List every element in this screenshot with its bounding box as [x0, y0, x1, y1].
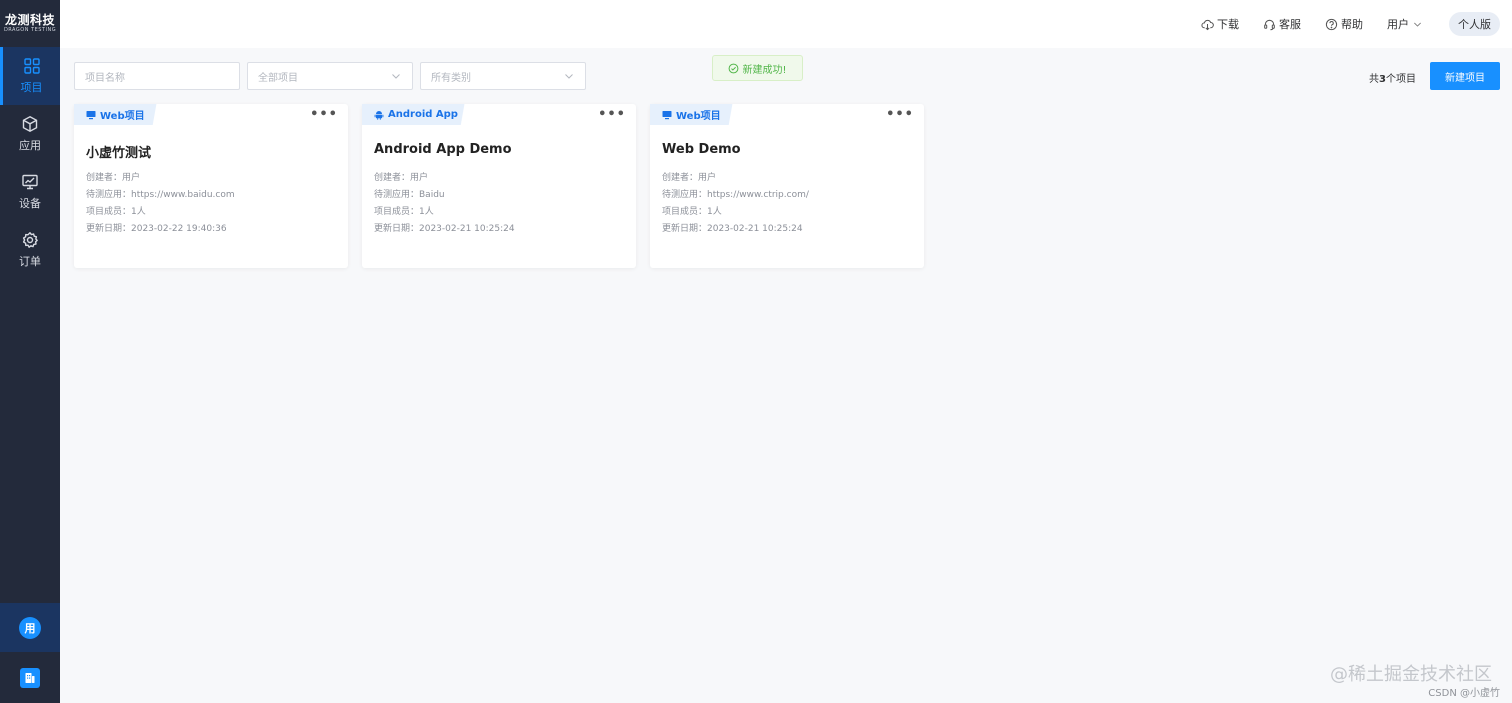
project-scope-value: 全部项目 [258, 72, 298, 84]
members-text: 项目成员：1人 [662, 207, 722, 217]
project-card[interactable]: Web项目 ••• Web Demo 创建者：用户 待测应用：https://w… [650, 104, 924, 268]
project-title[interactable]: Android App Demo [374, 142, 512, 157]
logo[interactable]: 龙测科技 DRAGON TESTING [0, 0, 60, 47]
edition-badge[interactable]: 个人版 [1449, 12, 1500, 36]
project-card[interactable]: Android App ••• Android App Demo 创建者：用户 … [362, 104, 636, 268]
updated-text: 更新日期：2023-02-22 19:40:36 [86, 224, 227, 234]
sidebar-item-label: 应用 [19, 139, 41, 152]
project-type-tag: Web项目 [74, 104, 173, 125]
more-options-icon[interactable]: ••• [886, 107, 914, 122]
credit-text: CSDN @小虚竹 [1428, 688, 1500, 699]
count-number: 3 [1379, 74, 1386, 85]
watermark: @稀土掘金技术社区 [1330, 664, 1492, 685]
category-select[interactable]: 所有类别 [420, 62, 586, 90]
count-suffix: 个项目 [1386, 74, 1416, 85]
user-label: 用户 [1387, 18, 1409, 31]
sidebar-item-apps[interactable]: 应用 [0, 105, 60, 163]
sidebar-item-label: 订单 [19, 255, 41, 268]
avatar[interactable]: 用 [19, 616, 41, 639]
document-button[interactable] [0, 652, 60, 703]
user-menu[interactable]: 用户 [1387, 16, 1423, 32]
app-text: 待测应用：Baidu [374, 190, 445, 200]
project-meta: 创建者：用户 待测应用：Baidu 项目成员：1人 更新日期：2023-02-2… [374, 170, 515, 238]
app-text: 待测应用：https://www.ctrip.com/ [662, 190, 809, 200]
project-card[interactable]: Web项目 ••• 小虚竹测试 创建者：用户 待测应用：https://www.… [74, 104, 348, 268]
customer-service-link[interactable]: 客服 [1263, 16, 1301, 32]
sidebar: 龙测科技 DRAGON TESTING 项目 应用 设备 订单 用 [0, 0, 60, 703]
app-text: 待测应用：https://www.baidu.com [86, 190, 235, 200]
creator-text: 创建者：用户 [86, 173, 141, 183]
project-name-placeholder: 项目名称 [85, 72, 125, 84]
sidebar-item-projects[interactable]: 项目 [0, 47, 60, 105]
project-title[interactable]: 小虚竹测试 [86, 142, 151, 161]
monitor-icon [662, 110, 672, 119]
grid-icon [23, 58, 40, 74]
project-type-tag: Web项目 [650, 104, 749, 125]
android-icon [374, 110, 384, 120]
cloud-download-icon [1201, 19, 1214, 30]
category-value: 所有类别 [431, 72, 471, 84]
chevron-down-icon [392, 74, 400, 79]
new-project-button[interactable]: 新建项目 [1430, 62, 1500, 90]
project-scope-select[interactable]: 全部项目 [247, 62, 413, 90]
members-text: 项目成员：1人 [374, 207, 434, 217]
monitor-icon [22, 174, 38, 190]
tag-label: Web项目 [100, 111, 145, 122]
project-type-tag: Android App [362, 104, 486, 125]
chevron-down-icon [565, 74, 573, 79]
logo-title: 龙测科技 [4, 13, 55, 27]
download-label: 下载 [1217, 18, 1239, 31]
toast-message: 新建成功! [742, 64, 787, 76]
top-header: 下载 客服 帮助 用户 个人版 [60, 0, 1512, 48]
sidebar-item-devices[interactable]: 设备 [0, 163, 60, 221]
creator-text: 创建者：用户 [662, 173, 717, 183]
chevron-down-icon [1414, 22, 1421, 27]
tag-label: Android App [388, 109, 458, 120]
project-title[interactable]: Web Demo [662, 142, 741, 157]
tag-label: Web项目 [676, 111, 721, 122]
more-options-icon[interactable]: ••• [598, 107, 626, 122]
help-label: 帮助 [1341, 18, 1363, 31]
more-options-icon[interactable]: ••• [310, 107, 338, 122]
download-link[interactable]: 下载 [1201, 16, 1239, 32]
members-text: 项目成员：1人 [86, 207, 146, 217]
count-prefix: 共 [1369, 74, 1380, 85]
project-name-input[interactable]: 项目名称 [74, 62, 240, 90]
gear-icon [22, 232, 38, 248]
updated-text: 更新日期：2023-02-21 10:25:24 [662, 224, 803, 234]
document-icon [20, 667, 40, 688]
headset-icon [1264, 19, 1275, 30]
logo-subtitle: DRAGON TESTING [3, 27, 57, 33]
sidebar-item-orders[interactable]: 订单 [0, 221, 60, 279]
service-label: 客服 [1279, 18, 1301, 31]
success-toast: 新建成功! [712, 55, 803, 81]
sidebar-item-label: 项目 [20, 81, 43, 94]
help-link[interactable]: 帮助 [1325, 16, 1363, 32]
creator-text: 创建者：用户 [374, 173, 429, 183]
sidebar-bottom: 用 [0, 603, 60, 703]
sidebar-item-label: 设备 [19, 197, 41, 210]
cube-icon [22, 116, 38, 132]
monitor-icon [86, 110, 96, 119]
updated-text: 更新日期：2023-02-21 10:25:24 [374, 224, 515, 234]
project-meta: 创建者：用户 待测应用：https://www.ctrip.com/ 项目成员：… [662, 170, 809, 238]
user-avatar-block[interactable]: 用 [0, 603, 60, 652]
project-meta: 创建者：用户 待测应用：https://www.baidu.com 项目成员：1… [86, 170, 235, 238]
help-icon [1325, 18, 1338, 30]
project-count: 共3个项目 [1369, 70, 1416, 85]
check-circle-icon [729, 63, 739, 73]
